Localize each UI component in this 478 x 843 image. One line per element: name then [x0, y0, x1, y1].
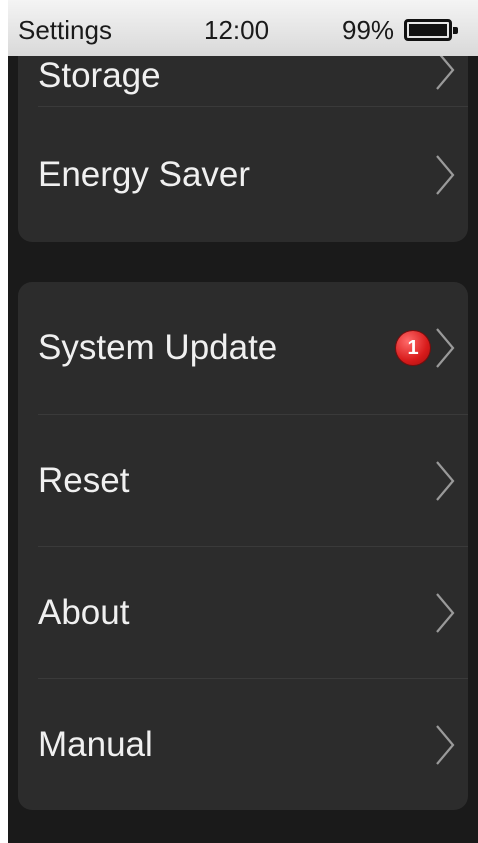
settings-row-label: Storage [38, 56, 161, 95]
settings-row-system-update[interactable]: System Update 1 [18, 282, 468, 414]
chevron-right-icon [436, 328, 455, 368]
settings-screen: Settings 12:00 99% Storage Energy Saver … [8, 0, 478, 843]
settings-row-manual[interactable]: Manual [18, 679, 468, 810]
settings-row-energy-saver[interactable]: Energy Saver [18, 107, 468, 242]
battery-tip [453, 27, 458, 34]
settings-row-about[interactable]: About [18, 547, 468, 678]
status-bar: Settings 12:00 99% [8, 0, 478, 56]
settings-row-label: Reset [38, 460, 130, 500]
chevron-right-icon [436, 592, 455, 633]
battery-icon [404, 19, 458, 41]
status-time: 12:00 [204, 15, 270, 45]
update-count-badge: 1 [396, 331, 430, 365]
chevron-right-icon [436, 724, 455, 765]
settings-group-system: System Update 1 Reset About Manual [18, 282, 468, 810]
settings-row-reset[interactable]: Reset [18, 415, 468, 546]
status-app-name: Settings [18, 15, 112, 45]
chevron-right-icon [436, 154, 455, 195]
battery-percent: 99% [342, 15, 395, 45]
settings-row-label: About [38, 592, 130, 632]
chevron-right-icon [436, 460, 455, 501]
settings-row-label: System Update [38, 328, 278, 367]
settings-row-label: Energy Saver [38, 154, 251, 194]
battery-level [409, 24, 447, 36]
settings-row-label: Manual [38, 724, 153, 764]
